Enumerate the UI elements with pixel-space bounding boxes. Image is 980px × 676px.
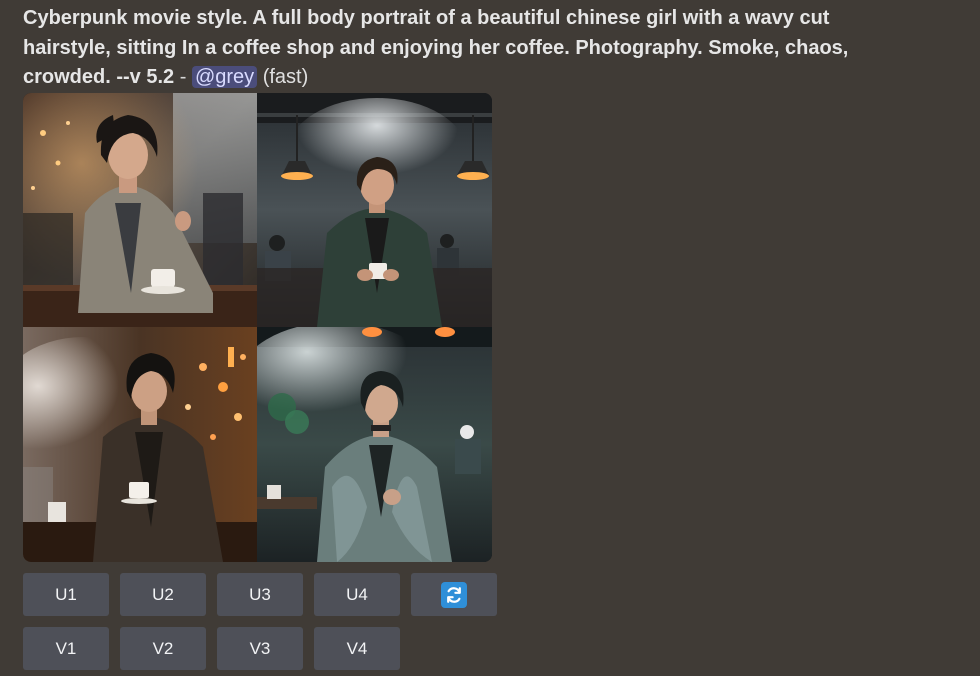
variation-button-row: V1 V2 V3 V4 bbox=[23, 627, 400, 670]
v1-button[interactable]: V1 bbox=[23, 627, 109, 670]
prompt-separator: - bbox=[174, 66, 192, 88]
v4-button[interactable]: V4 bbox=[314, 627, 400, 670]
tile-1-illustration bbox=[23, 93, 257, 327]
tile-2-illustration bbox=[257, 93, 492, 327]
u4-button[interactable]: U4 bbox=[314, 573, 400, 616]
user-mention[interactable]: @grey bbox=[191, 66, 258, 88]
u2-button[interactable]: U2 bbox=[120, 573, 206, 616]
tile-3-illustration bbox=[23, 327, 257, 562]
tile-4-illustration bbox=[257, 327, 492, 562]
message-container: Cyberpunk movie style. A full body portr… bbox=[0, 0, 980, 676]
u3-button[interactable]: U3 bbox=[217, 573, 303, 616]
speed-label: (fast) bbox=[262, 66, 309, 88]
image-grid[interactable] bbox=[23, 93, 492, 562]
image-tile-3[interactable] bbox=[23, 327, 257, 562]
refresh-icon bbox=[441, 581, 467, 608]
reroll-button[interactable] bbox=[411, 573, 497, 616]
image-tile-1[interactable] bbox=[23, 93, 257, 327]
image-tile-2[interactable] bbox=[257, 93, 492, 327]
upscale-button-row: U1 U2 U3 U4 bbox=[23, 573, 497, 616]
v2-button[interactable]: V2 bbox=[120, 627, 206, 670]
image-tile-4[interactable] bbox=[257, 327, 492, 562]
prompt-text: Cyberpunk movie style. A full body portr… bbox=[23, 7, 849, 88]
v3-button[interactable]: V3 bbox=[217, 627, 303, 670]
u1-button[interactable]: U1 bbox=[23, 573, 109, 616]
message-content: Cyberpunk movie style. A full body portr… bbox=[23, 4, 903, 93]
